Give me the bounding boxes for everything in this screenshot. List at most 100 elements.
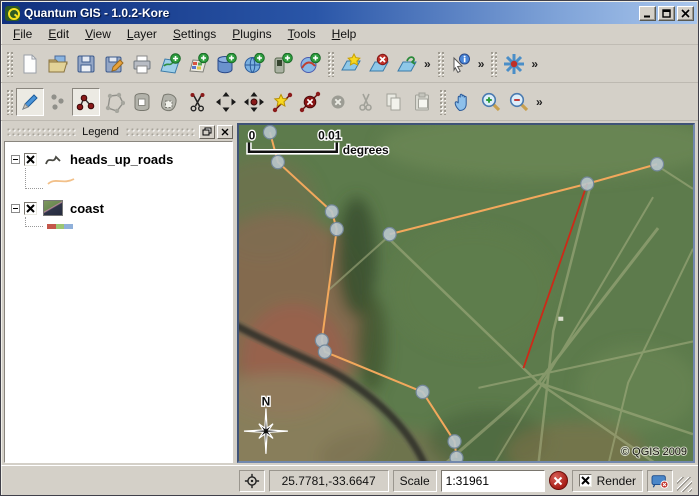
open-project-button[interactable]: [44, 50, 72, 78]
legend-float-button[interactable]: [199, 125, 215, 139]
toggle-editing-button[interactable]: [16, 88, 44, 116]
legend-close-button[interactable]: [217, 125, 233, 139]
render-toggle[interactable]: Render: [572, 470, 643, 492]
zoom-out-button[interactable]: [505, 88, 533, 116]
pan-icon: [452, 91, 474, 113]
print-icon: [131, 53, 153, 75]
add-gps-layer-button[interactable]: [268, 50, 296, 78]
file-toolbar: » » »: [1, 45, 698, 83]
save-project-as-button[interactable]: [100, 50, 128, 78]
vertex-marker: [330, 222, 343, 235]
resize-grip[interactable]: [677, 477, 692, 492]
menu-settings[interactable]: Settings: [165, 24, 224, 44]
menu-plugins[interactable]: Plugins: [224, 24, 279, 44]
legend-tree: heads_up_roads coast: [4, 141, 233, 463]
render-label: Render: [597, 474, 636, 488]
zoom-in-icon: [480, 91, 502, 113]
menu-tools[interactable]: Tools: [280, 24, 324, 44]
add-wms-layer-button[interactable]: [296, 50, 324, 78]
delete-selected-button[interactable]: [324, 88, 352, 116]
move-arrows-icon: [215, 91, 237, 113]
pan-button[interactable]: [449, 88, 477, 116]
add-wfs-layer-button[interactable]: [240, 50, 268, 78]
toolbar-handle[interactable]: [437, 51, 444, 77]
save-project-button[interactable]: [72, 50, 100, 78]
close-icon: [221, 128, 229, 136]
menu-edit[interactable]: Edit: [40, 24, 77, 44]
title-bar[interactable]: Quantum GIS - 1.0.2-Kore: [2, 2, 697, 24]
refresh-button[interactable]: [500, 50, 528, 78]
add-vertex-button[interactable]: [268, 88, 296, 116]
open-project-icon: [47, 53, 69, 75]
vertex-marker: [448, 435, 461, 448]
toolbar-handle[interactable]: [6, 51, 13, 77]
reshape-feature-button[interactable]: [156, 88, 184, 116]
toolbar-handle[interactable]: [327, 51, 334, 77]
minimize-button[interactable]: [639, 6, 656, 21]
toolbar-overflow-button[interactable]: »: [421, 57, 434, 71]
stop-render-button[interactable]: [549, 471, 568, 490]
capture-polygon-button[interactable]: [100, 88, 128, 116]
scale-input[interactable]: [441, 470, 545, 492]
new-vector-layer-button[interactable]: [337, 50, 365, 78]
checkmark-x-icon: [25, 203, 36, 214]
move-vertex-button[interactable]: [240, 88, 268, 116]
maximize-button[interactable]: [658, 6, 675, 21]
toolbar-overflow-button[interactable]: »: [528, 57, 541, 71]
capture-line-button[interactable]: [72, 88, 100, 116]
projection-button[interactable]: [647, 470, 673, 492]
legend-header[interactable]: Legend: [4, 123, 233, 140]
menu-view[interactable]: View: [77, 24, 119, 44]
delete-vertex-button[interactable]: [296, 88, 324, 116]
menu-help[interactable]: Help: [324, 24, 365, 44]
menu-bar: File Edit View Layer Settings Plugins To…: [1, 24, 698, 45]
move-arrows-button[interactable]: [212, 88, 240, 116]
add-to-overview-button[interactable]: [393, 50, 421, 78]
print-button[interactable]: [128, 50, 156, 78]
add-vector-layer-icon: [159, 53, 181, 75]
scale-label: Scale: [393, 470, 437, 492]
coordinate-capture-button[interactable]: [239, 470, 265, 492]
identify-button[interactable]: [447, 50, 475, 78]
close-button[interactable]: [677, 6, 694, 21]
toolbar-overflow-button[interactable]: »: [475, 57, 488, 71]
map-canvas[interactable]: 0 0.01 degrees N © QGIS 2009: [237, 123, 695, 463]
add-postgis-layer-button[interactable]: [212, 50, 240, 78]
save-project-icon: [75, 53, 97, 75]
save-project-as-icon: [103, 53, 125, 75]
toolbar-overflow-button[interactable]: »: [533, 95, 546, 109]
toolbar-handle[interactable]: [6, 89, 13, 115]
window-title: Quantum GIS - 1.0.2-Kore: [24, 6, 637, 20]
add-vector-layer-button[interactable]: [156, 50, 184, 78]
coordinate-display: 25.7781,-33.6647: [269, 470, 389, 492]
vertex-marker: [263, 126, 276, 139]
scale-units-label: degrees: [343, 143, 389, 157]
move-feature-button[interactable]: [128, 88, 156, 116]
toolbar-handle[interactable]: [439, 89, 446, 115]
line-layer-icon: [42, 150, 64, 168]
layer-visibility-checkbox[interactable]: [24, 202, 37, 215]
layer-row[interactable]: heads_up_roads: [9, 148, 228, 170]
copy-button[interactable]: [380, 88, 408, 116]
new-project-button[interactable]: [16, 50, 44, 78]
layer-row[interactable]: coast: [9, 197, 228, 219]
remove-layer-button[interactable]: [365, 50, 393, 78]
menu-layer[interactable]: Layer: [119, 24, 165, 44]
render-checkbox[interactable]: [579, 474, 592, 487]
toolbar-handle[interactable]: [490, 51, 497, 77]
coordinate-capture-icon: [244, 473, 260, 489]
raster-layer-icon: [42, 199, 64, 217]
collapse-expander[interactable]: [11, 155, 20, 164]
add-raster-layer-button[interactable]: [184, 50, 212, 78]
zoom-in-button[interactable]: [477, 88, 505, 116]
split-feature-button[interactable]: [184, 88, 212, 116]
minus-icon: [12, 205, 19, 212]
vertex-marker: [325, 205, 338, 218]
menu-file[interactable]: File: [5, 24, 40, 44]
cut-button[interactable]: [352, 88, 380, 116]
layer-visibility-checkbox[interactable]: [24, 153, 37, 166]
map-render: 0 0.01 degrees N © QGIS 2009: [239, 125, 693, 461]
paste-button[interactable]: [408, 88, 436, 116]
capture-point-button[interactable]: [44, 88, 72, 116]
collapse-expander[interactable]: [11, 204, 20, 213]
